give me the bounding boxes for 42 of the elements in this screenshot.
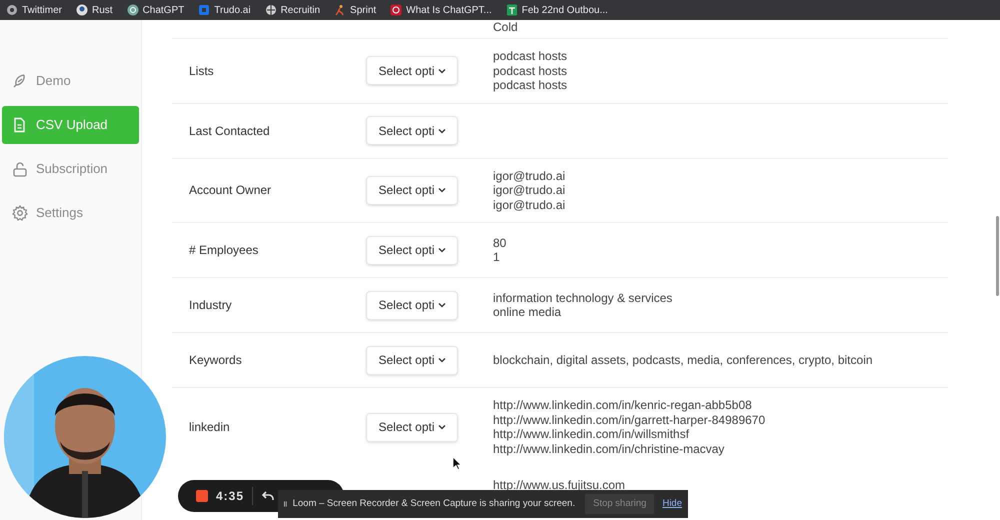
select-dropdown[interactable]: Select opti <box>366 176 458 205</box>
cell-value: http://www.linkedin.com/in/garrett-harper-84989670 <box>493 412 766 427</box>
bookmark-link[interactable]: Twittimer <box>6 2 62 18</box>
bookmark-link[interactable]: Trudo.ai <box>198 2 251 18</box>
cell-value: igor@trudo.ai <box>493 168 566 183</box>
field-label: # Employees <box>189 243 258 257</box>
hide-link[interactable]: Hide <box>662 496 682 512</box>
field-label: Industry <box>189 298 232 312</box>
cell-value: blockchain, digital assets, podcasts, media, conferences, crypto, bitcoin <box>493 352 873 368</box>
field-label: Lists <box>189 64 214 78</box>
cell-value: podcast hosts <box>493 78 568 92</box>
cell-value: http://www.us.fujitsu.com <box>493 478 626 492</box>
bookmark-link[interactable]: Feb 22nd Outbou... <box>506 2 608 18</box>
bookmark-link[interactable]: Sprint <box>334 2 376 18</box>
cell-value: igor@trudo.ai <box>493 183 566 198</box>
cell-value: igor@trudo.ai <box>493 198 566 212</box>
select-dropdown[interactable]: Select opti <box>366 412 458 442</box>
bookmark-link[interactable]: Recruitin <box>264 2 320 18</box>
sharing-message: Loom – Screen Recorder & Screen Capture is sharing your screen. <box>292 496 576 511</box>
cell-value: podcast hosts <box>493 64 568 78</box>
field-label: Account Owner <box>189 183 272 198</box>
cell-value: http://www.linkedin.com/in/christine-macvay <box>493 442 726 456</box>
bookmark-link[interactable]: Rust <box>76 2 113 18</box>
cell-value: online media <box>493 305 562 320</box>
select-dropdown[interactable]: Select opti <box>366 290 458 320</box>
field-label: Last Contacted <box>189 124 270 138</box>
select-dropdown[interactable]: Select opti <box>366 236 458 264</box>
select-dropdown[interactable]: Select opti <box>366 56 458 86</box>
recording-timer: 4:35 <box>216 488 244 505</box>
field-label: linkedin <box>189 420 230 434</box>
cell-value: http://www.linkedin.com/in/willsmithsf <box>493 427 690 442</box>
field-label: Keywords <box>189 353 242 367</box>
cell-value: 1 <box>493 250 501 264</box>
select-dropdown[interactable]: Select opti <box>366 346 458 374</box>
cell-value: 80 <box>493 236 506 250</box>
bookmark-link[interactable]: ChatGPT <box>126 2 184 18</box>
cell-value: http://www.linkedin.com/in/kenric-regan-abb5b08 <box>493 398 753 412</box>
cell-value: Cold <box>493 20 518 34</box>
bookmark-link[interactable]: What Is ChatGPT... <box>390 2 492 18</box>
select-dropdown[interactable]: Select opti <box>366 116 458 145</box>
cell-value: podcast hosts <box>493 49 568 64</box>
cell-value: information technology & services <box>493 290 672 305</box>
